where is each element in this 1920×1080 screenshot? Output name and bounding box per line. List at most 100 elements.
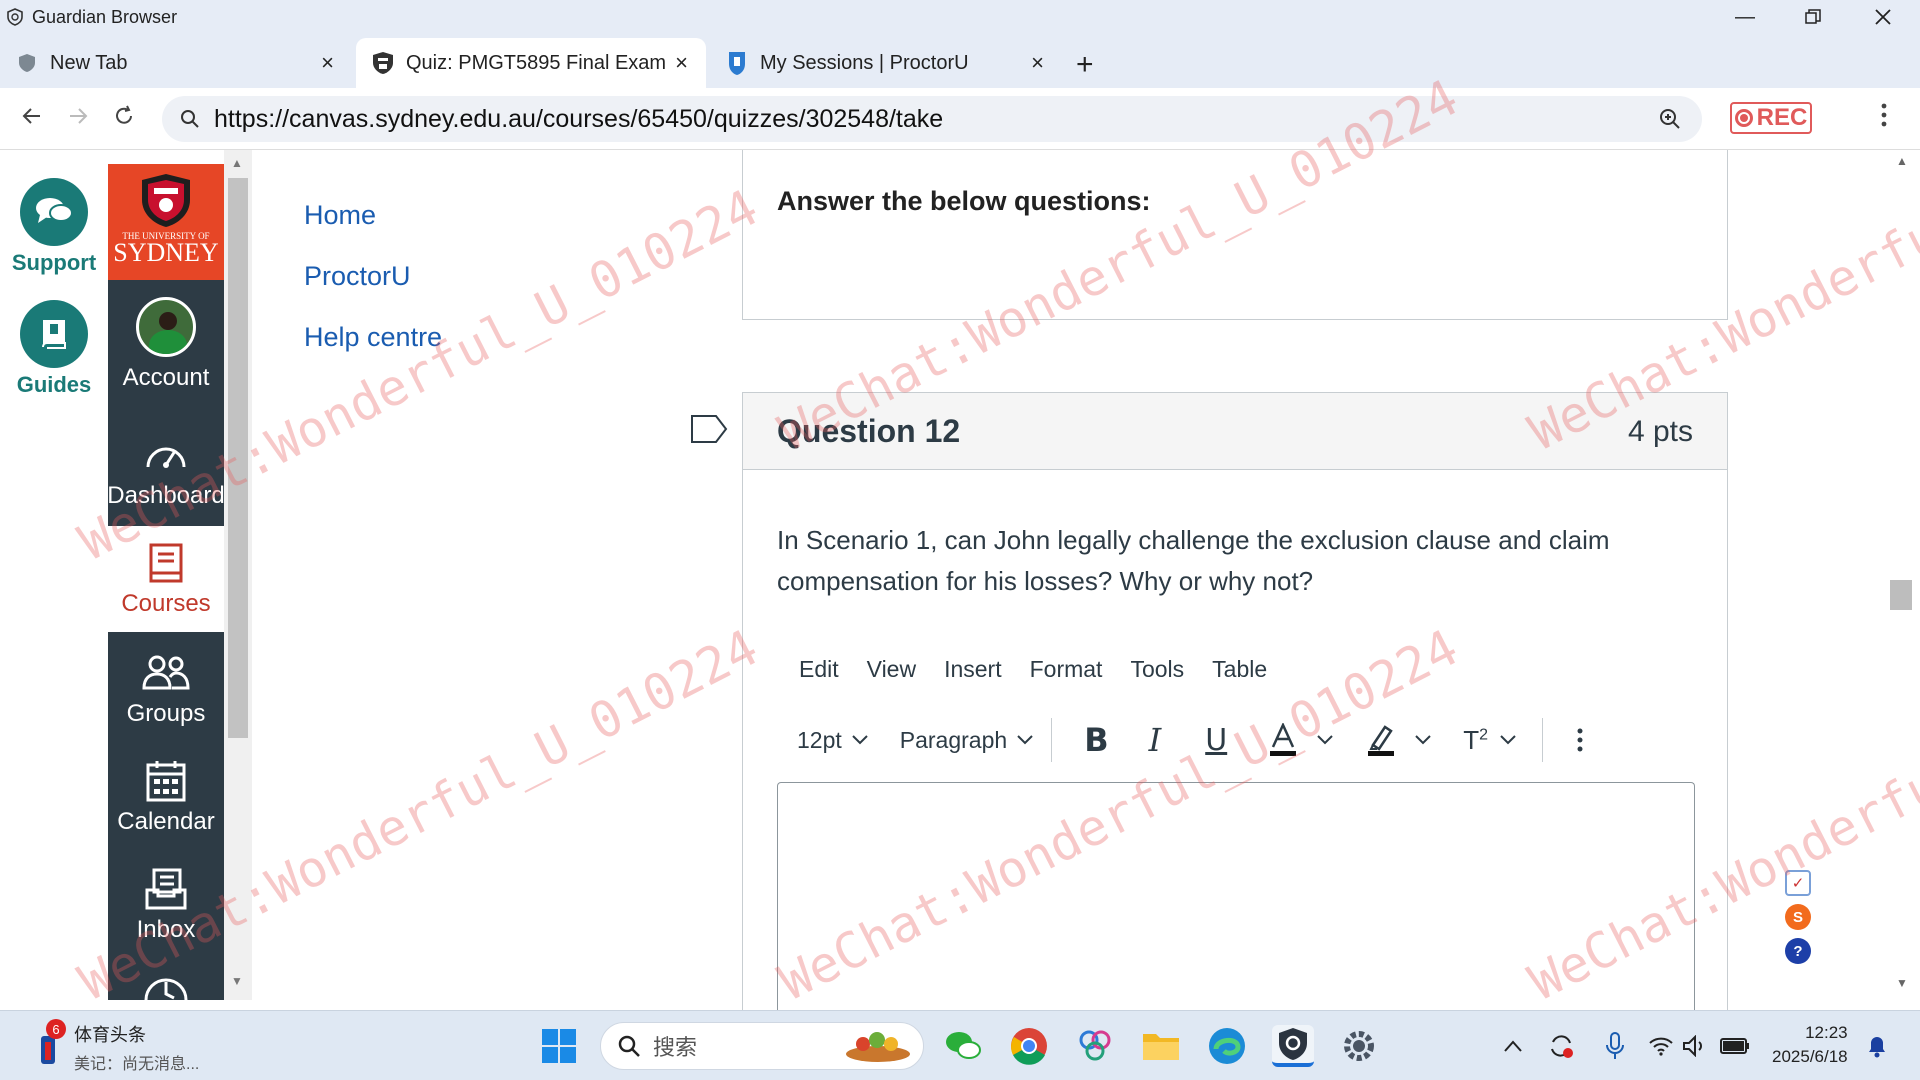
more-tools-button[interactable] xyxy=(1577,727,1583,753)
minimize-button[interactable]: — xyxy=(1710,0,1780,34)
new-tab-button[interactable]: + xyxy=(1076,48,1094,82)
chevron-down-icon[interactable] xyxy=(1317,735,1333,745)
edge-icon xyxy=(1209,1028,1245,1064)
wifi-tray-icon[interactable] xyxy=(1646,1025,1676,1067)
scroll-thumb[interactable] xyxy=(1890,580,1912,610)
browser-menu-button[interactable] xyxy=(1880,102,1888,135)
text-color-button[interactable] xyxy=(1269,723,1297,757)
notification-button[interactable] xyxy=(1860,1025,1894,1067)
close-tab-icon[interactable]: × xyxy=(321,50,334,76)
bold-button[interactable]: B xyxy=(1084,721,1108,759)
taskbar-search[interactable]: 搜索 xyxy=(600,1022,924,1070)
reload-icon xyxy=(116,105,132,124)
nav-calendar[interactable]: Calendar xyxy=(108,744,224,850)
sync-tray-icon[interactable] xyxy=(1546,1025,1576,1067)
menu-tools[interactable]: Tools xyxy=(1130,656,1184,683)
clock-date: 2025/6/18 xyxy=(1772,1047,1848,1066)
nav-groups[interactable]: Groups xyxy=(108,636,224,742)
underline-button[interactable]: U xyxy=(1205,723,1227,758)
font-size-select[interactable]: 12pt xyxy=(797,727,868,754)
volume-tray-icon[interactable] xyxy=(1680,1025,1710,1067)
help-icon[interactable]: ? xyxy=(1785,938,1811,964)
nav-scrollbar[interactable]: ▲ ▼ xyxy=(224,150,252,1000)
forward-arrow-icon xyxy=(70,108,88,124)
bell-icon xyxy=(1869,1037,1885,1058)
highlight-color-button[interactable] xyxy=(1367,723,1395,757)
answer-editor[interactable] xyxy=(777,782,1695,1022)
guardian-shield-icon xyxy=(7,8,23,26)
menu-view[interactable]: View xyxy=(867,656,916,683)
scroll-down-arrow-icon[interactable]: ▼ xyxy=(1896,976,1908,990)
battery-tray-icon[interactable] xyxy=(1718,1025,1752,1067)
menu-insert[interactable]: Insert xyxy=(944,656,1002,683)
menu-table[interactable]: Table xyxy=(1212,656,1267,683)
page-scrollbar[interactable]: ▲ ▼ xyxy=(1884,150,1920,1000)
close-tab-icon[interactable]: × xyxy=(1031,50,1044,76)
nav-inbox[interactable]: Inbox xyxy=(108,852,224,958)
url-bar[interactable]: https://canvas.sydney.edu.au/courses/654… xyxy=(162,96,1702,142)
forward-button[interactable] xyxy=(66,104,90,135)
chevron-down-icon[interactable] xyxy=(1500,735,1516,745)
guides-label: Guides xyxy=(16,372,92,397)
scroll-up-arrow-icon[interactable]: ▲ xyxy=(1896,154,1908,168)
guardian-browser-app[interactable] xyxy=(1272,1025,1314,1067)
menu-edit[interactable]: Edit xyxy=(799,656,839,683)
restore-button[interactable] xyxy=(1778,0,1848,34)
tab-new-tab[interactable]: New Tab × xyxy=(0,38,352,88)
photos-app[interactable] xyxy=(1074,1025,1116,1067)
support-rail: Support Guides xyxy=(0,150,108,1000)
course-nav-help-centre[interactable]: Help centre xyxy=(304,322,442,353)
text-color-icon xyxy=(1270,723,1297,756)
tab-proctoru[interactable]: My Sessions | ProctorU × xyxy=(710,38,1062,88)
flag-question-icon[interactable] xyxy=(690,414,728,444)
close-window-button[interactable] xyxy=(1848,0,1918,34)
floating-toolbar: ✓ S ? xyxy=(1778,870,1818,964)
notes-icon[interactable]: ✓ xyxy=(1785,870,1811,896)
history-clock-icon[interactable] xyxy=(142,966,190,1005)
close-tab-icon[interactable]: × xyxy=(675,50,688,76)
os-taskbar: 6 体育头条 美记：尚无消息... 搜索 12:23 2025/6/18 xyxy=(0,1010,1920,1080)
block-format-select[interactable]: Paragraph xyxy=(900,727,1033,754)
chevron-down-icon[interactable] xyxy=(1415,735,1431,745)
course-nav-proctoru[interactable]: ProctorU xyxy=(304,261,442,292)
sync-icon xyxy=(1551,1035,1573,1058)
scroll-thumb[interactable] xyxy=(228,178,248,738)
nav-account[interactable]: Account xyxy=(108,290,224,396)
start-button[interactable] xyxy=(538,1025,580,1067)
zoom-icon[interactable] xyxy=(1658,107,1682,131)
edge-app[interactable] xyxy=(1206,1025,1248,1067)
superscript-button[interactable]: T2 xyxy=(1463,725,1488,756)
course-nav-home[interactable]: Home xyxy=(304,200,442,231)
more-vertical-icon xyxy=(1881,103,1887,127)
scroll-down-arrow-icon[interactable]: ▼ xyxy=(231,974,243,988)
sogou-icon[interactable]: S xyxy=(1785,904,1811,930)
nav-dashboard[interactable]: Dashboard xyxy=(107,426,225,516)
microphone-tray-icon[interactable] xyxy=(1600,1025,1630,1067)
nav-courses[interactable]: Courses xyxy=(108,526,224,632)
back-button[interactable] xyxy=(20,104,44,135)
support-button[interactable] xyxy=(20,178,88,246)
system-clock[interactable]: 12:23 2025/6/18 xyxy=(1772,1021,1848,1069)
file-explorer-app[interactable] xyxy=(1140,1025,1182,1067)
wechat-app[interactable] xyxy=(942,1025,984,1067)
shield-icon xyxy=(14,50,40,76)
superscript-icon: T2 xyxy=(1463,724,1488,755)
news-widget[interactable]: 6 体育头条 美记：尚无消息... xyxy=(38,1019,199,1074)
scroll-up-arrow-icon[interactable]: ▲ xyxy=(231,156,243,170)
tab-quiz[interactable]: Quiz: PMGT5895 Final Exam × xyxy=(356,38,706,88)
chrome-icon xyxy=(1011,1028,1047,1065)
italic-button[interactable]: I xyxy=(1149,721,1162,759)
settings-app[interactable] xyxy=(1338,1025,1380,1067)
show-hidden-icons-button[interactable] xyxy=(1498,1025,1528,1067)
chrome-app[interactable] xyxy=(1008,1025,1050,1067)
courses-icon xyxy=(148,540,184,586)
underline-icon: U xyxy=(1205,722,1228,758)
menu-format[interactable]: Format xyxy=(1030,656,1103,683)
window-title: Guardian Browser xyxy=(32,6,178,27)
university-logo[interactable]: THE UNIVERSITY OF SYDNEY xyxy=(108,164,224,280)
reload-button[interactable] xyxy=(112,104,136,135)
url-text: https://canvas.sydney.edu.au/courses/654… xyxy=(214,104,944,133)
search-placeholder: 搜索 xyxy=(653,1035,698,1060)
chevron-up-icon xyxy=(1504,1040,1522,1052)
guides-button[interactable] xyxy=(20,300,88,368)
